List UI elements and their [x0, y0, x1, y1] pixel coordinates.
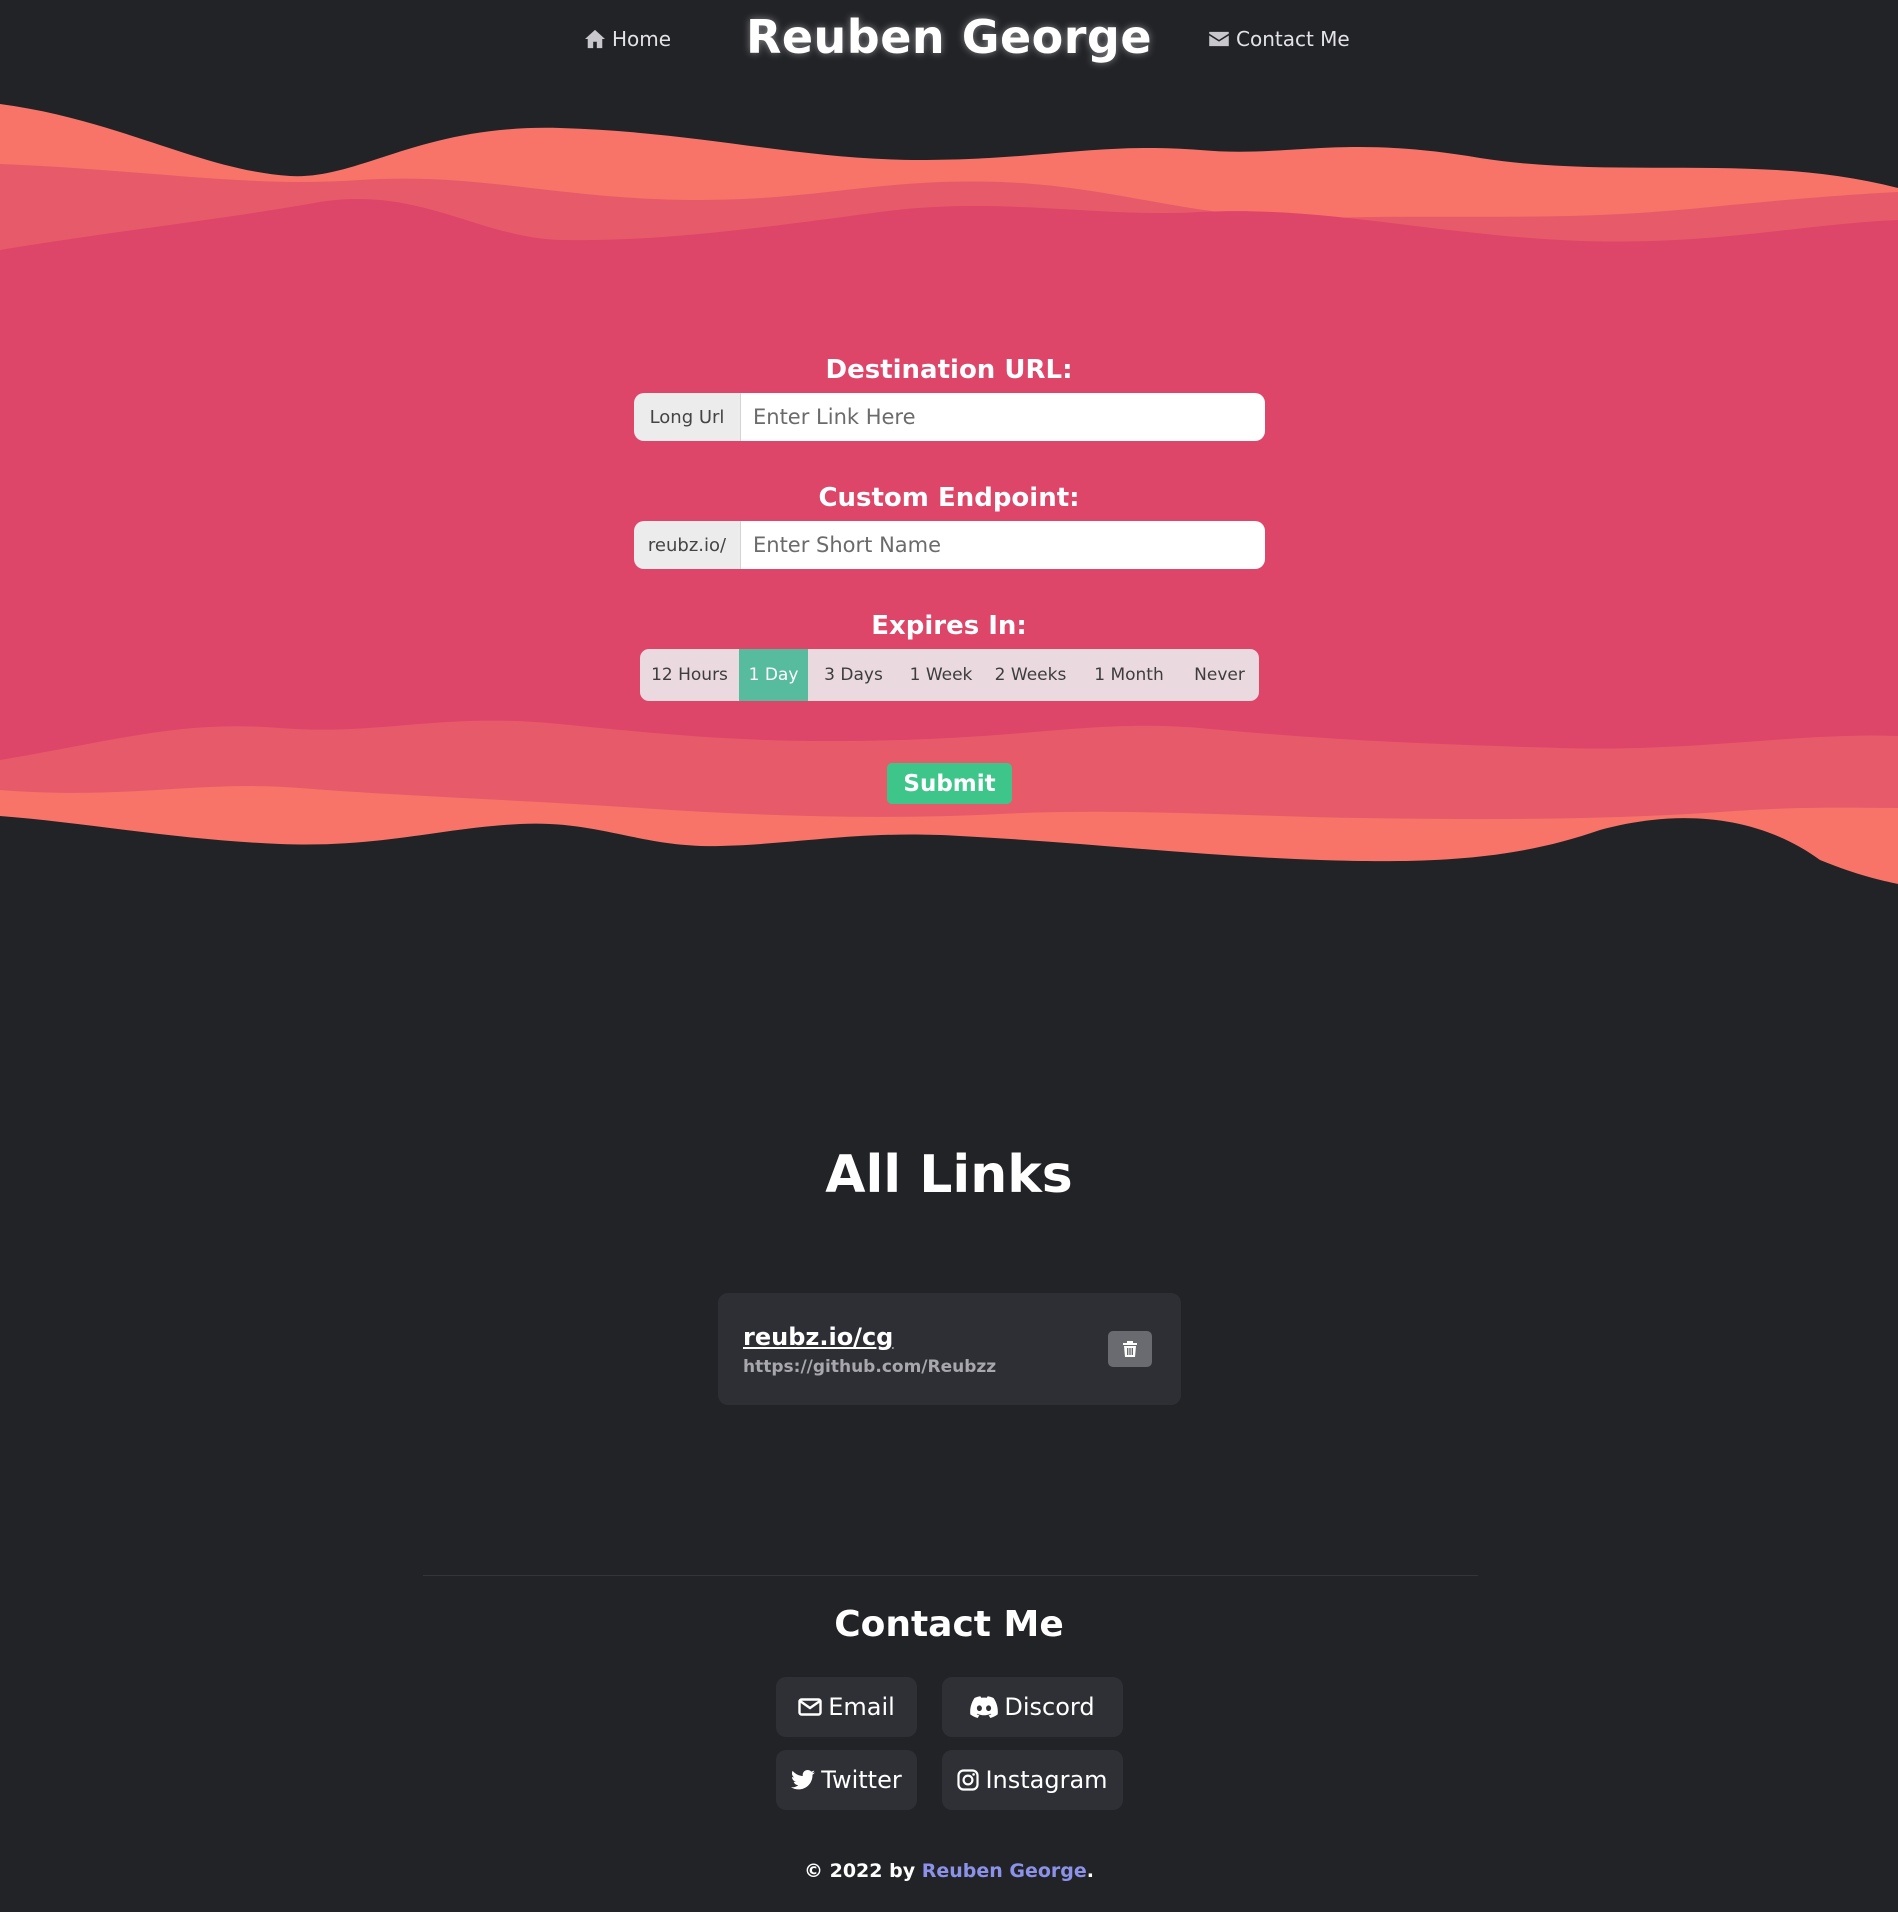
submit-button[interactable]: Submit	[887, 763, 1012, 804]
top-nav: Home Reuben George Contact Me	[0, 0, 1898, 80]
discord-button[interactable]: Discord	[942, 1677, 1123, 1737]
custom-endpoint-input[interactable]	[741, 521, 1265, 569]
nav-contact-link[interactable]: Contact Me	[1208, 24, 1350, 54]
expiry-option-1-week[interactable]: 1 Week	[899, 649, 983, 701]
envelope-icon	[798, 1698, 822, 1716]
expiry-selector: 12 Hours 1 Day 3 Days 1 Week 2 Weeks 1 M…	[640, 649, 1259, 701]
email-label: Email	[828, 1693, 895, 1721]
twitter-button[interactable]: Twitter	[776, 1750, 917, 1810]
hero-wave-background	[0, 100, 1898, 1080]
destination-url-input[interactable]	[741, 393, 1265, 441]
footer-author-link[interactable]: Reuben George	[922, 1860, 1087, 1882]
footer-divider	[423, 1575, 1478, 1576]
copyright-suffix: .	[1086, 1860, 1094, 1882]
endpoint-label: Custom Endpoint:	[818, 483, 1080, 513]
endpoint-input-group: reubz.io/	[634, 521, 1265, 569]
email-button[interactable]: Email	[776, 1677, 917, 1737]
discord-icon	[970, 1696, 999, 1718]
expiry-option-2-weeks[interactable]: 2 Weeks	[983, 649, 1078, 701]
nav-contact-label: Contact Me	[1236, 27, 1350, 51]
expiry-option-1-day[interactable]: 1 Day	[739, 649, 808, 701]
copyright-prefix: © 2022 by	[803, 1860, 916, 1882]
contact-title: Contact Me	[834, 1604, 1064, 1645]
instagram-label: Instagram	[985, 1766, 1108, 1794]
envelope-icon	[1209, 31, 1229, 47]
delete-link-button[interactable]	[1108, 1331, 1152, 1367]
expiry-option-3-days[interactable]: 3 Days	[808, 649, 899, 701]
long-url-addon: Long Url	[634, 393, 741, 441]
destination-url-text: https://github.com/Reubzz	[743, 1357, 997, 1377]
all-links-title: All Links	[825, 1145, 1073, 1205]
discord-label: Discord	[1004, 1693, 1095, 1721]
expiry-option-1-month[interactable]: 1 Month	[1078, 649, 1180, 701]
expiry-option-12-hours[interactable]: 12 Hours	[640, 649, 739, 701]
expiry-option-never[interactable]: Never	[1180, 649, 1259, 701]
instagram-icon	[957, 1769, 980, 1791]
link-card: reubz.io/cg https://github.com/Reubzz	[718, 1293, 1181, 1405]
trash-icon	[1123, 1341, 1137, 1357]
instagram-button[interactable]: Instagram	[942, 1750, 1123, 1810]
expires-label: Expires In:	[871, 611, 1027, 641]
short-link[interactable]: reubz.io/cg	[743, 1323, 893, 1351]
destination-input-group: Long Url	[634, 393, 1265, 441]
short-domain-addon: reubz.io/	[634, 521, 741, 569]
twitter-icon	[791, 1770, 816, 1790]
twitter-label: Twitter	[821, 1766, 902, 1794]
site-brand: Reuben George	[745, 10, 1153, 64]
copyright-text: © 2022 by Reuben George.	[0, 1860, 1898, 1882]
destination-label: Destination URL:	[825, 355, 1073, 385]
